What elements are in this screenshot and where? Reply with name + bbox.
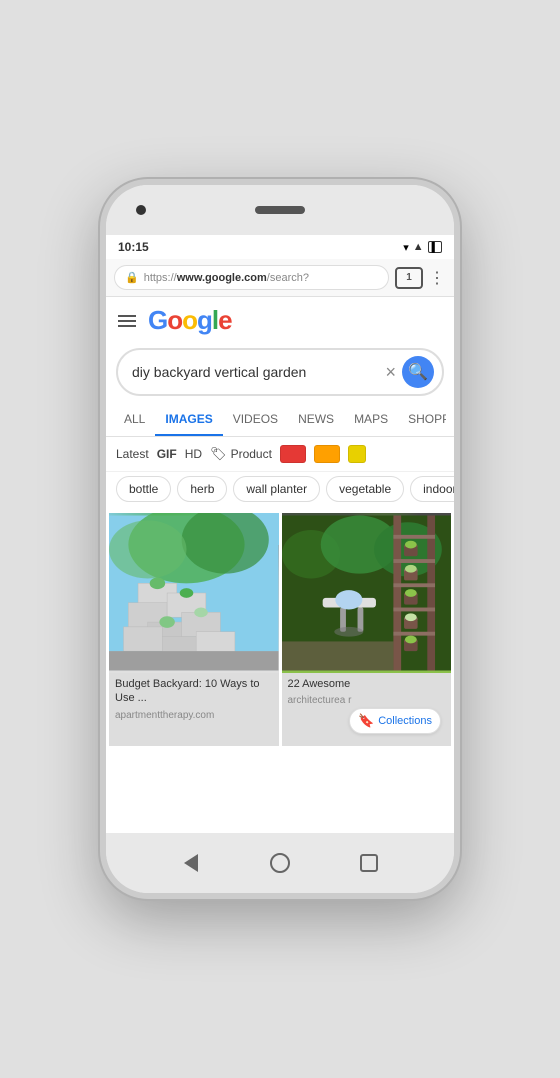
filter-latest[interactable]: Latest (116, 447, 149, 461)
home-button[interactable] (268, 851, 292, 875)
garden-image-1 (109, 513, 279, 673)
garden-image-2 (282, 513, 452, 673)
tab-images[interactable]: IMAGES (155, 404, 222, 436)
recent-button[interactable] (357, 851, 381, 875)
google-logo: Google (148, 305, 232, 336)
image-card-1[interactable]: Budget Backyard: 10 Ways to Use ... apar… (109, 513, 279, 746)
hamburger-menu[interactable] (118, 315, 136, 327)
collections-icon: 🔖 (358, 713, 374, 729)
color-swatch-yellow[interactable] (348, 445, 366, 463)
pill-bottle[interactable]: bottle (116, 476, 171, 502)
tab-shopping[interactable]: SHOPPI... (398, 404, 446, 436)
filter-gif[interactable]: GIF (157, 447, 177, 461)
filter-product[interactable]: 🏷 Product (210, 446, 272, 462)
url-domain: www.google.com (177, 272, 267, 284)
garden-svg-1 (109, 513, 279, 673)
image-card-2[interactable]: 22 Awesome architecturea r 🔖 Collections (282, 513, 452, 746)
clear-button[interactable]: × (385, 362, 396, 383)
content-area[interactable]: Google diy backyard vertical garden × 🔍 … (106, 297, 454, 833)
color-swatch-red[interactable] (280, 445, 306, 463)
garden-svg-2 (282, 513, 452, 673)
browser-menu-button[interactable]: ⋮ (429, 268, 446, 288)
url-text: https://www.google.com/search? (144, 272, 309, 284)
back-button[interactable] (179, 851, 203, 875)
phone-frame: 10:15 ▾ ▲ ▌ 🔒 https://www.google.com/sea… (100, 179, 460, 899)
status-time: 10:15 (118, 240, 149, 254)
search-icon: 🔍 (408, 362, 428, 382)
signal-icon: ▲ (413, 241, 424, 253)
tab-all[interactable]: ALL (114, 404, 155, 436)
card-caption-2: 22 Awesome (282, 673, 452, 695)
battery-icon: ▌ (428, 241, 442, 253)
search-query: diy backyard vertical garden (132, 364, 385, 380)
pill-vegetable[interactable]: vegetable (326, 476, 404, 502)
search-button[interactable]: 🔍 (402, 356, 434, 388)
speaker-icon (255, 206, 305, 214)
status-bar: 10:15 ▾ ▲ ▌ (106, 235, 454, 259)
screen: 10:15 ▾ ▲ ▌ 🔒 https://www.google.com/sea… (106, 235, 454, 833)
collections-label: Collections (378, 715, 432, 727)
wifi-icon: ▾ (403, 241, 409, 254)
filter-hd[interactable]: HD (185, 447, 202, 461)
pills-row: bottle herb wall planter vegetable indoo… (106, 472, 454, 510)
color-swatch-orange[interactable] (314, 445, 340, 463)
tag-icon: 🏷 (210, 446, 227, 462)
tab-news[interactable]: NEWS (288, 404, 344, 436)
google-header: Google (106, 297, 454, 344)
phone-top-bar (106, 185, 454, 235)
tab-maps[interactable]: MAPS (344, 404, 398, 436)
pill-indoor[interactable]: indoor (410, 476, 454, 502)
search-tabs: ALL IMAGES VIDEOS NEWS MAPS SHOPPI... (106, 404, 454, 437)
tab-count-button[interactable]: 1 (395, 267, 423, 289)
url-bar[interactable]: 🔒 https://www.google.com/search? (114, 265, 389, 290)
pill-wall-planter[interactable]: wall planter (233, 476, 320, 502)
tab-videos[interactable]: VIDEOS (223, 404, 288, 436)
card-source-1: apartmenttherapy.com (109, 710, 279, 725)
phone-bottom-bar (106, 833, 454, 893)
filters-row: Latest GIF HD 🏷 Product (106, 437, 454, 472)
status-icons: ▾ ▲ ▌ (403, 241, 442, 254)
camera-icon (136, 205, 146, 215)
search-box[interactable]: diy backyard vertical garden × 🔍 (116, 348, 444, 396)
lock-icon: 🔒 (125, 271, 139, 284)
card-caption-1: Budget Backyard: 10 Ways to Use ... (109, 673, 279, 710)
image-grid: Budget Backyard: 10 Ways to Use ... apar… (106, 510, 454, 749)
collections-button[interactable]: 🔖 Collections (349, 708, 441, 734)
filter-product-label: Product (231, 447, 272, 461)
browser-bar: 🔒 https://www.google.com/search? 1 ⋮ (106, 259, 454, 297)
pill-herb[interactable]: herb (177, 476, 227, 502)
